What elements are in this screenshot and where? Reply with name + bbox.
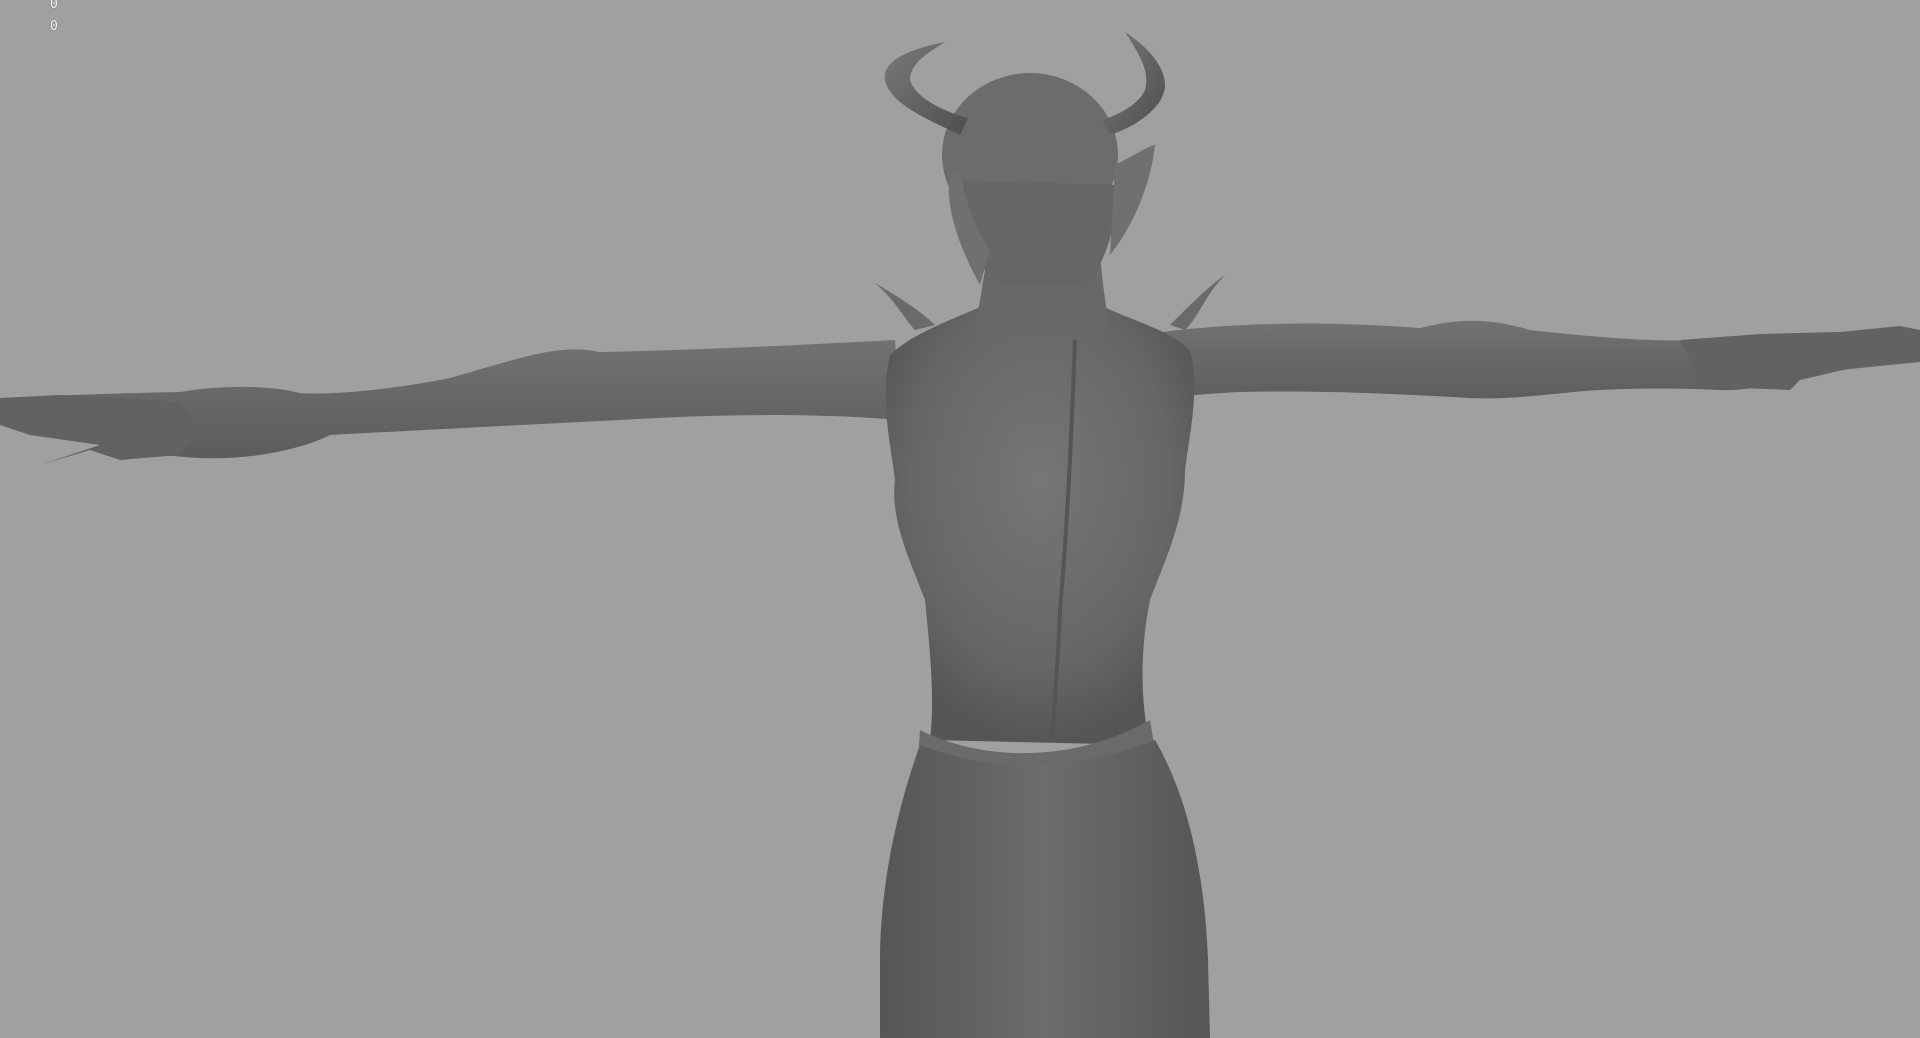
left-hand[interactable] (0, 395, 200, 465)
left-shoulder-spike (875, 283, 935, 330)
character-model[interactable] (0, 0, 1920, 1038)
torso[interactable] (885, 305, 1195, 745)
skirt[interactable] (880, 740, 1210, 1038)
right-horn (1102, 32, 1165, 135)
right-shoulder-spike (1170, 275, 1225, 330)
3d-viewport[interactable]: 0 0 (0, 0, 1920, 1038)
left-horn (884, 42, 968, 135)
right-hand[interactable] (1680, 326, 1920, 390)
